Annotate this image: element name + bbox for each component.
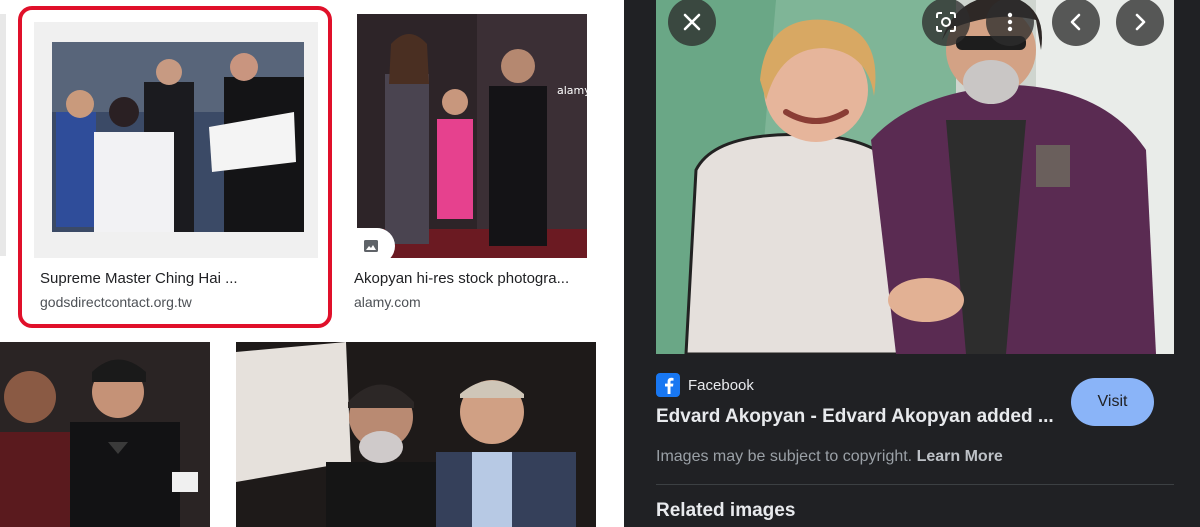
preview-image[interactable] bbox=[656, 0, 1174, 354]
result-thumbnail[interactable] bbox=[236, 342, 596, 527]
result-thumbnail[interactable] bbox=[34, 22, 318, 258]
result-thumbnail[interactable]: alamy bbox=[357, 14, 587, 258]
image-badge bbox=[357, 228, 395, 258]
result-card-fourth[interactable] bbox=[236, 342, 596, 527]
result-card-alamy[interactable]: alamy Akopyan hi-res stock photogra... a… bbox=[350, 8, 610, 326]
learn-more-link[interactable]: Learn More bbox=[917, 448, 1003, 465]
google-lens-button[interactable] bbox=[922, 0, 970, 46]
image-icon bbox=[364, 240, 378, 252]
result-thumbnail[interactable] bbox=[0, 342, 210, 527]
copyright-notice: Images may be subject to copyright. Lear… bbox=[656, 448, 1003, 466]
chevron-left-icon bbox=[1070, 13, 1081, 31]
result-card-supreme-master[interactable]: Supreme Master Ching Hai ... godsdirectc… bbox=[20, 8, 330, 326]
image-preview-panel: Facebook Edvard Akopyan - Edvard Akopyan… bbox=[624, 0, 1200, 527]
copyright-text: Images may be subject to copyright. bbox=[656, 448, 913, 465]
related-images-heading: Related images bbox=[656, 500, 796, 521]
result-title[interactable]: Supreme Master Ching Hai ... bbox=[40, 270, 238, 287]
preview-source-row[interactable]: Facebook bbox=[656, 372, 754, 398]
chevron-right-icon bbox=[1135, 13, 1146, 31]
close-icon bbox=[683, 13, 701, 31]
visit-button[interactable]: Visit bbox=[1071, 378, 1154, 426]
preview-source-name: Facebook bbox=[688, 376, 754, 394]
more-options-button[interactable] bbox=[986, 0, 1034, 46]
svg-text:alamy: alamy bbox=[557, 84, 587, 97]
result-source: alamy.com bbox=[354, 294, 421, 310]
close-button[interactable] bbox=[668, 0, 716, 46]
lens-icon bbox=[936, 12, 956, 32]
next-image-button[interactable] bbox=[1116, 0, 1164, 46]
image-results-grid: Supreme Master Ching Hai ... godsdirectc… bbox=[0, 0, 624, 527]
partial-result-edge bbox=[0, 14, 6, 256]
divider bbox=[656, 484, 1174, 485]
result-source: godsdirectcontact.org.tw bbox=[40, 294, 192, 310]
more-vert-icon bbox=[1007, 12, 1013, 32]
preview-title[interactable]: Edvard Akopyan - Edvard Akopyan added ..… bbox=[656, 406, 1054, 428]
result-title[interactable]: Akopyan hi-res stock photogra... bbox=[354, 270, 569, 287]
previous-image-button[interactable] bbox=[1052, 0, 1100, 46]
result-card-third[interactable] bbox=[0, 342, 210, 527]
facebook-icon bbox=[656, 373, 680, 397]
